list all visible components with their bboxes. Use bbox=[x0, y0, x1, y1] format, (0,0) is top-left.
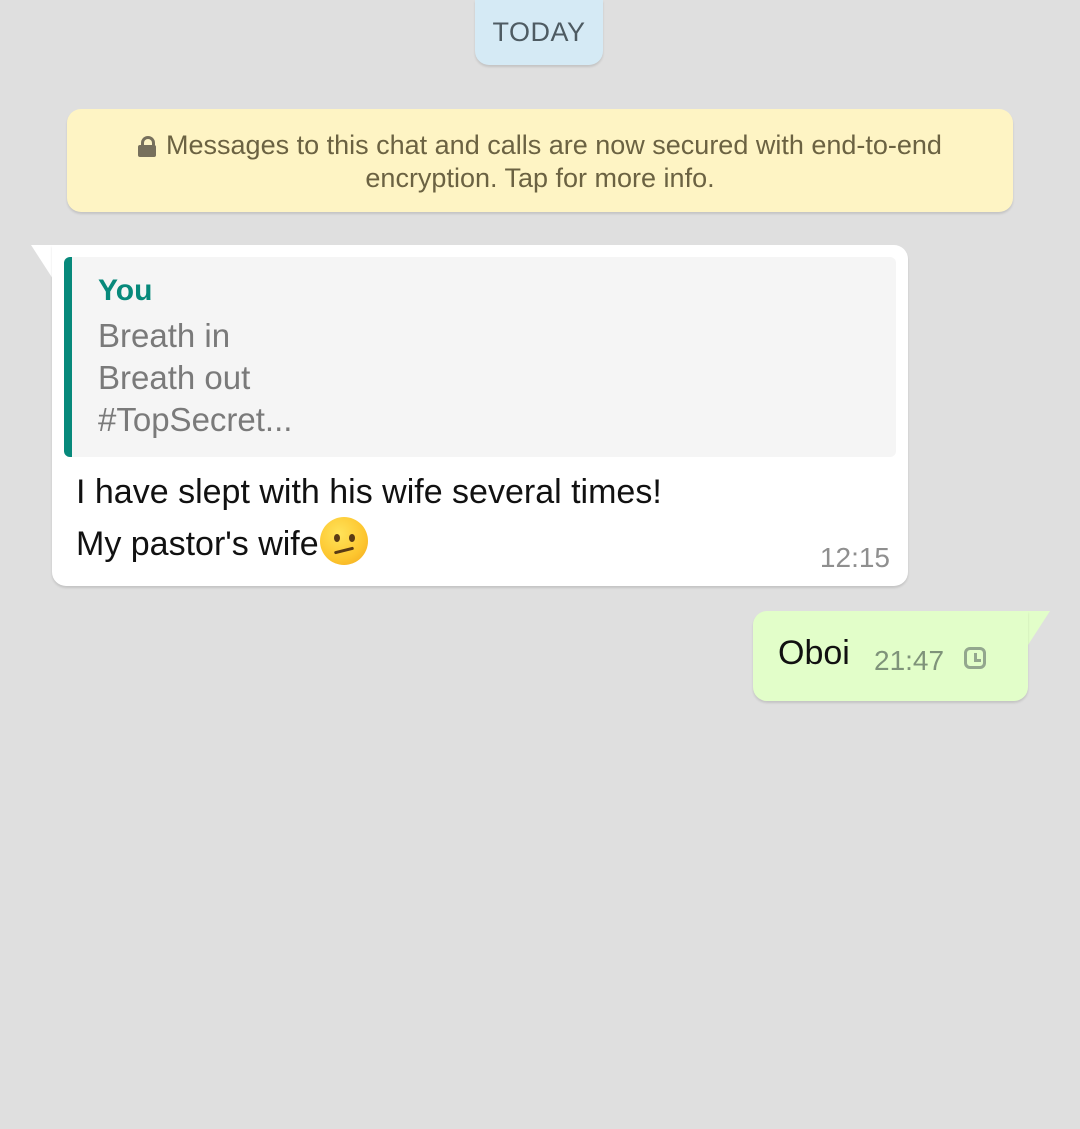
lock-icon bbox=[138, 136, 157, 157]
incoming-message-time: 12:15 bbox=[819, 542, 890, 573]
message-line: I have slept with his wife several times… bbox=[76, 473, 662, 511]
incoming-message-bubble[interactable]: You Breath in Breath out #TopSecret... I… bbox=[52, 245, 908, 586]
quoted-author: You bbox=[98, 274, 153, 307]
outgoing-bubble-tail bbox=[1028, 611, 1050, 645]
message-line-with-emoji: My pastor's wife bbox=[76, 517, 662, 569]
incoming-message-text: I have slept with his wife several times… bbox=[76, 467, 662, 569]
quoted-line: Breath in bbox=[98, 317, 231, 354]
quoted-line: Breath out bbox=[98, 359, 251, 396]
quoted-line: #TopSecret... bbox=[98, 401, 293, 438]
outgoing-message-text: Oboi bbox=[778, 634, 850, 672]
quoted-message[interactable]: You Breath in Breath out #TopSecret... bbox=[64, 257, 896, 457]
outgoing-message-time: 21:47 bbox=[874, 645, 945, 676]
date-chip: TODAY bbox=[475, 0, 603, 65]
encryption-notice-text: Messages to this chat and calls are now … bbox=[166, 130, 942, 193]
date-chip-label: TODAY bbox=[492, 17, 586, 47]
incoming-bubble-tail bbox=[31, 245, 53, 279]
message-line: My pastor's wife bbox=[76, 525, 319, 563]
confused-face-emoji-icon bbox=[319, 517, 368, 565]
clock-icon bbox=[964, 647, 986, 669]
encryption-notice[interactable]: Messages to this chat and calls are now … bbox=[67, 109, 1013, 212]
outgoing-message-bubble[interactable]: Oboi 21:47 bbox=[753, 611, 1028, 701]
